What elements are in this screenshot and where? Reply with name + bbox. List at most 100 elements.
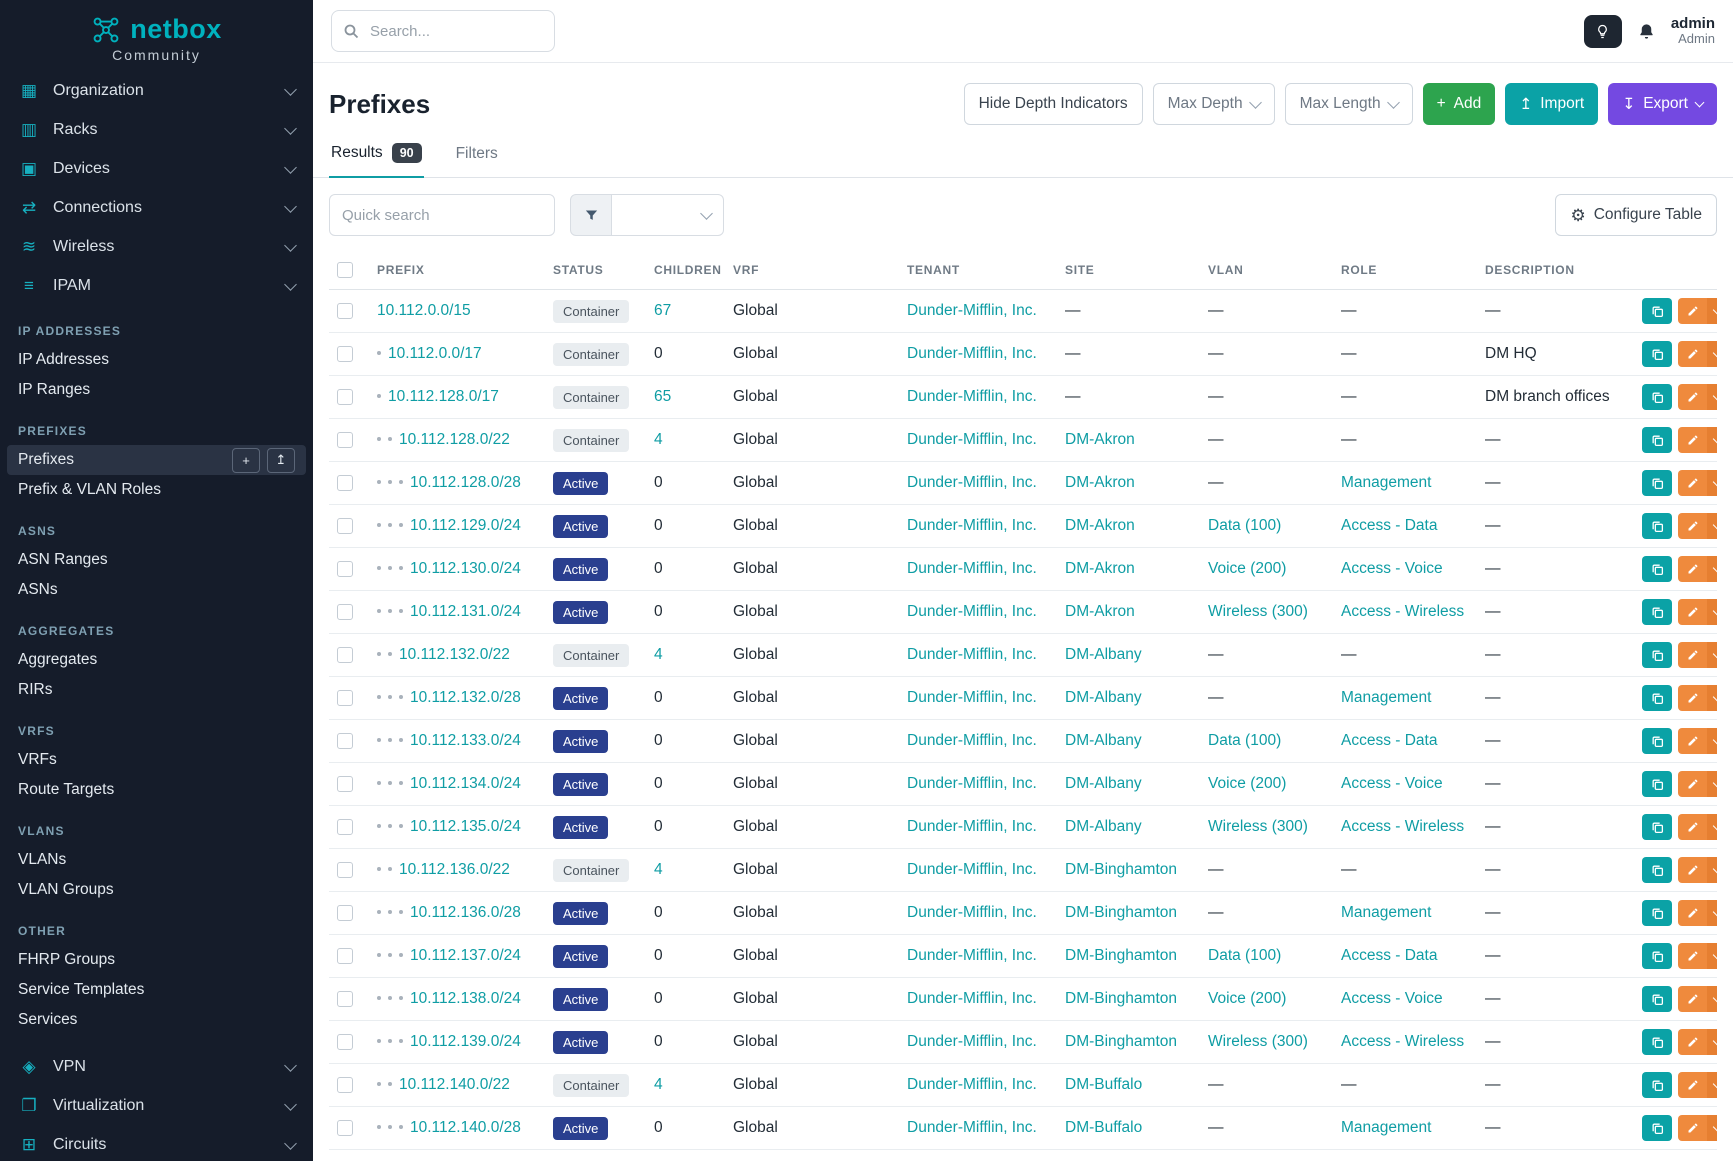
row-checkbox[interactable]: [337, 475, 353, 491]
site-link[interactable]: DM-Akron: [1065, 431, 1135, 448]
role-link[interactable]: Access - Data: [1341, 732, 1437, 749]
copy-button[interactable]: [1642, 384, 1672, 410]
site-link[interactable]: DM-Akron: [1065, 517, 1135, 534]
edit-dropdown-caret[interactable]: [1707, 900, 1717, 926]
edit-button[interactable]: [1678, 1115, 1707, 1141]
sidebar-item-ip-ranges[interactable]: IP Ranges: [0, 375, 313, 405]
copy-button[interactable]: [1642, 1115, 1672, 1141]
sidebar-import-prefixes-button[interactable]: ↥: [267, 448, 295, 473]
tenant-link[interactable]: Dunder-Mifflin, Inc.: [907, 302, 1037, 319]
select-all-checkbox[interactable]: [337, 262, 353, 278]
prefix-link[interactable]: 10.112.134.0/24: [410, 775, 521, 792]
row-checkbox[interactable]: [337, 991, 353, 1007]
role-link[interactable]: Access - Voice: [1341, 560, 1443, 577]
tenant-link[interactable]: Dunder-Mifflin, Inc.: [907, 474, 1037, 491]
sidebar-add-prefix-button[interactable]: +: [232, 448, 260, 473]
role-link[interactable]: Management: [1341, 474, 1431, 491]
row-checkbox[interactable]: [337, 1034, 353, 1050]
sidebar-item-vpn[interactable]: ◈VPN: [0, 1047, 313, 1086]
sidebar-item-vrfs[interactable]: VRFs: [0, 745, 313, 775]
vlan-link[interactable]: Wireless (300): [1208, 818, 1308, 835]
copy-button[interactable]: [1642, 341, 1672, 367]
site-link[interactable]: DM-Binghamton: [1065, 904, 1177, 921]
tenant-link[interactable]: Dunder-Mifflin, Inc.: [907, 1076, 1037, 1093]
prefix-link[interactable]: 10.112.140.0/28: [410, 1119, 521, 1136]
site-link[interactable]: DM-Buffalo: [1065, 1076, 1142, 1093]
row-checkbox[interactable]: [337, 432, 353, 448]
vlan-link[interactable]: Voice (200): [1208, 560, 1286, 577]
children-count-link[interactable]: 4: [654, 431, 663, 448]
edit-button[interactable]: [1678, 685, 1707, 711]
max-length-dropdown[interactable]: Max Length: [1285, 83, 1413, 125]
prefix-link[interactable]: 10.112.128.0/17: [388, 388, 499, 405]
quick-search-input[interactable]: [329, 194, 555, 236]
copy-button[interactable]: [1642, 728, 1672, 754]
copy-button[interactable]: [1642, 1029, 1672, 1055]
tenant-link[interactable]: Dunder-Mifflin, Inc.: [907, 775, 1037, 792]
children-count-link[interactable]: 4: [654, 1076, 663, 1093]
prefix-link[interactable]: 10.112.138.0/24: [410, 990, 521, 1007]
column-header-role[interactable]: ROLE: [1333, 250, 1477, 290]
row-checkbox[interactable]: [337, 776, 353, 792]
sidebar-item-ip-addresses[interactable]: IP Addresses: [0, 345, 313, 375]
edit-dropdown-caret[interactable]: [1707, 771, 1717, 797]
copy-button[interactable]: [1642, 599, 1672, 625]
row-checkbox[interactable]: [337, 389, 353, 405]
edit-dropdown-caret[interactable]: [1707, 986, 1717, 1012]
theme-toggle-button[interactable]: [1584, 15, 1622, 48]
edit-button[interactable]: [1678, 943, 1707, 969]
sidebar-item-vlan-groups[interactable]: VLAN Groups: [0, 875, 313, 905]
edit-dropdown-caret[interactable]: [1707, 728, 1717, 754]
role-link[interactable]: Access - Wireless: [1341, 603, 1464, 620]
edit-dropdown-caret[interactable]: [1707, 384, 1717, 410]
sidebar-item-ipam[interactable]: ≡IPAM: [0, 266, 313, 305]
sidebar-item-asn-ranges[interactable]: ASN Ranges: [0, 545, 313, 575]
prefix-link[interactable]: 10.112.130.0/24: [410, 560, 521, 577]
row-checkbox[interactable]: [337, 518, 353, 534]
prefix-link[interactable]: 10.112.132.0/22: [399, 646, 510, 663]
tenant-link[interactable]: Dunder-Mifflin, Inc.: [907, 904, 1037, 921]
vlan-link[interactable]: Voice (200): [1208, 990, 1286, 1007]
configure-table-button[interactable]: ⚙Configure Table: [1555, 194, 1717, 236]
edit-button[interactable]: [1678, 427, 1707, 453]
copy-button[interactable]: [1642, 986, 1672, 1012]
tenant-link[interactable]: Dunder-Mifflin, Inc.: [907, 388, 1037, 405]
edit-dropdown-caret[interactable]: [1707, 298, 1717, 324]
site-link[interactable]: DM-Binghamton: [1065, 947, 1177, 964]
sidebar-item-circuits[interactable]: ⊞Circuits: [0, 1125, 313, 1161]
copy-button[interactable]: [1642, 943, 1672, 969]
site-link[interactable]: DM-Binghamton: [1065, 1033, 1177, 1050]
vlan-link[interactable]: Wireless (300): [1208, 603, 1308, 620]
children-count-link[interactable]: 4: [654, 646, 663, 663]
row-checkbox[interactable]: [337, 303, 353, 319]
site-link[interactable]: DM-Albany: [1065, 818, 1142, 835]
edit-button[interactable]: [1678, 1029, 1707, 1055]
sidebar-item-vlans[interactable]: VLANs: [0, 845, 313, 875]
sidebar-item-route-targets[interactable]: Route Targets: [0, 775, 313, 805]
prefix-link[interactable]: 10.112.131.0/24: [410, 603, 521, 620]
tenant-link[interactable]: Dunder-Mifflin, Inc.: [907, 732, 1037, 749]
edit-button[interactable]: [1678, 513, 1707, 539]
copy-button[interactable]: [1642, 771, 1672, 797]
column-header-description[interactable]: DESCRIPTION: [1477, 250, 1634, 290]
user-menu[interactable]: admin Admin: [1671, 15, 1715, 47]
edit-button[interactable]: [1678, 771, 1707, 797]
vlan-link[interactable]: Data (100): [1208, 517, 1281, 534]
vlan-link[interactable]: Data (100): [1208, 947, 1281, 964]
edit-dropdown-caret[interactable]: [1707, 556, 1717, 582]
edit-dropdown-caret[interactable]: [1707, 1029, 1717, 1055]
role-link[interactable]: Access - Wireless: [1341, 1033, 1464, 1050]
role-link[interactable]: Access - Voice: [1341, 775, 1443, 792]
edit-button[interactable]: [1678, 728, 1707, 754]
copy-button[interactable]: [1642, 857, 1672, 883]
prefix-link[interactable]: 10.112.133.0/24: [410, 732, 521, 749]
row-checkbox[interactable]: [337, 1077, 353, 1093]
edit-dropdown-caret[interactable]: [1707, 814, 1717, 840]
prefix-link[interactable]: 10.112.128.0/22: [399, 431, 510, 448]
tenant-link[interactable]: Dunder-Mifflin, Inc.: [907, 603, 1037, 620]
edit-button[interactable]: [1678, 1072, 1707, 1098]
column-header-tenant[interactable]: TENANT: [899, 250, 1057, 290]
role-link[interactable]: Access - Wireless: [1341, 818, 1464, 835]
edit-button[interactable]: [1678, 470, 1707, 496]
copy-button[interactable]: [1642, 685, 1672, 711]
